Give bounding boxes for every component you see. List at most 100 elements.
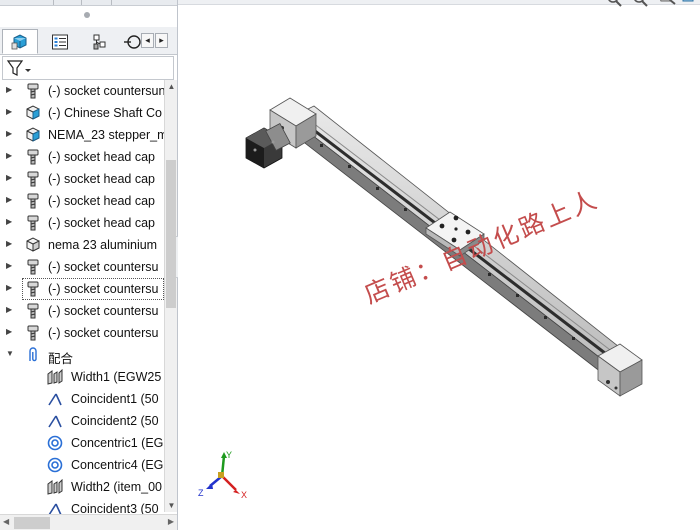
- mates-paperclip-icon: [24, 347, 42, 363]
- expand-arrow-icon[interactable]: ▶: [6, 239, 14, 248]
- expand-arrow-icon[interactable]: ▶: [6, 151, 14, 160]
- tab-property-manager[interactable]: [42, 29, 78, 54]
- scroll-right-arrow[interactable]: ▶: [168, 517, 174, 526]
- tree-item[interactable]: ▶ (-) socket countersu: [0, 256, 164, 278]
- screw-icon: [24, 325, 42, 341]
- tree-item[interactable]: Width1 (EGW25: [0, 366, 164, 388]
- scroll-left-arrow[interactable]: ◀: [3, 517, 9, 526]
- crosshair-icon: [124, 34, 141, 49]
- triad-z-label: Z: [198, 488, 204, 498]
- panel-collapse-grip[interactable]: [84, 12, 90, 18]
- screw-icon: [24, 83, 42, 99]
- screw-icon: [24, 215, 42, 231]
- tab-scroll-left-button[interactable]: ◂: [141, 33, 154, 48]
- scroll-thumb[interactable]: [166, 160, 176, 308]
- funnel-filter-icon[interactable]: [6, 59, 32, 77]
- tree-horizontal-scrollbar[interactable]: ◀ ▶: [0, 514, 177, 530]
- tree-item[interactable]: Coincident1 (50: [0, 388, 164, 410]
- concentric-mate-icon: [46, 435, 64, 451]
- expand-arrow-icon[interactable]: ▶: [6, 129, 14, 138]
- tree-item[interactable]: Concentric1 (EG: [0, 432, 164, 454]
- screw-icon: [24, 171, 42, 187]
- tree-item-label: Width2 (item_00: [71, 480, 163, 494]
- tree-filter-bar[interactable]: [2, 56, 174, 80]
- tree-item-label: (-) socket head cap: [48, 194, 155, 208]
- width-mate-icon: [46, 368, 64, 385]
- graphics-viewport[interactable]: 店铺：自动化路上人 X Y Z: [178, 0, 700, 530]
- coincident-mate-icon: [46, 391, 64, 407]
- tree-item[interactable]: ▶ (-) socket countersu: [6, 278, 164, 300]
- tree-item[interactable]: Coincident2 (50: [0, 410, 164, 432]
- concentric-mate-icon: [46, 457, 64, 473]
- tree-item-label: (-) socket countersu: [48, 260, 159, 274]
- tree-item[interactable]: ▼ 配合: [0, 344, 164, 366]
- expand-arrow-icon[interactable]: ▶: [6, 217, 14, 226]
- axis-triad: X Y Z: [198, 450, 247, 500]
- part-white-icon: [24, 237, 42, 253]
- tree-item[interactable]: ▶ (-) socket head cap: [0, 212, 164, 234]
- width-mate-icon: [46, 478, 64, 495]
- scroll-up-arrow[interactable]: ▲: [165, 80, 177, 93]
- tree-item-label: (-) socket countersu: [48, 282, 159, 296]
- scroll-down-arrow[interactable]: ▼: [165, 499, 177, 512]
- property-list-icon: [52, 34, 68, 49]
- expand-arrow-icon[interactable]: ▶: [6, 305, 14, 314]
- tree-item-label: (-) socket head cap: [48, 150, 155, 164]
- expand-arrow-icon[interactable]: ▶: [6, 173, 14, 182]
- coincident-mate-icon: [46, 413, 64, 429]
- tab-configuration-manager[interactable]: [82, 29, 118, 54]
- tree-item-label: nema 23 aluminium: [48, 238, 158, 252]
- tree-item-label: (-) Chinese Shaft Co: [48, 106, 162, 120]
- tree-item-label: 配合: [48, 352, 74, 366]
- expand-arrow-icon[interactable]: ▶: [6, 327, 14, 336]
- tree-vertical-scrollbar[interactable]: ▲ ▼: [164, 80, 177, 512]
- tree-item[interactable]: ▶ (-) socket head cap: [0, 168, 164, 190]
- tree-item-label: Concentric4 (EG: [71, 458, 164, 472]
- part-block-icon: [24, 105, 42, 121]
- tree-item[interactable]: ▶ (-) socket head cap: [0, 190, 164, 212]
- tree-item[interactable]: ▶ (-) socket countersu: [0, 300, 164, 322]
- triad-x-label: X: [241, 490, 247, 500]
- expand-arrow-icon[interactable]: ▶: [6, 85, 14, 94]
- panel-tabs: ◂ ▸: [0, 27, 177, 55]
- expand-arrow-icon[interactable]: ▶: [6, 107, 14, 116]
- tree-item-label: (-) socket countersu: [48, 304, 159, 318]
- tree-item-label: Coincident2 (50: [71, 414, 159, 428]
- expand-arrow-icon[interactable]: ▶: [6, 195, 14, 204]
- tree-item-label: NEMA_23 stepper_m: [48, 128, 164, 142]
- tree-item-label: Coincident1 (50: [71, 392, 159, 406]
- triad-y-label: Y: [226, 450, 232, 460]
- tree-item-label: (-) socket countersunk: [48, 84, 164, 98]
- tree-item[interactable]: ▶ (-) socket countersu: [0, 322, 164, 344]
- tab-scroll-right-button[interactable]: ▸: [155, 33, 168, 48]
- tree-item[interactable]: ▶ (-) Chinese Shaft Co: [0, 102, 164, 124]
- tree-item[interactable]: ▶ NEMA_23 stepper_m: [0, 124, 164, 146]
- screw-icon: [24, 303, 42, 319]
- tree-item[interactable]: ▶ (-) socket head cap: [0, 146, 164, 168]
- tab-dimxpert[interactable]: [122, 29, 142, 54]
- configuration-icon: [93, 34, 106, 49]
- screw-icon: [24, 281, 42, 297]
- tree-item-label: (-) socket head cap: [48, 172, 155, 186]
- tab-feature-manager[interactable]: [2, 29, 38, 54]
- feature-tree: ▶ (-) socket countersunk ▶ (-) Chinese Shaf…: [0, 80, 164, 518]
- assembly-cube-icon: [11, 33, 27, 49]
- tree-item[interactable]: Concentric4 (EG: [0, 454, 164, 476]
- tree-item[interactable]: Width2 (item_00: [0, 476, 164, 498]
- tree-item-label: (-) socket countersu: [48, 326, 159, 340]
- tree-item[interactable]: ▶ nema 23 aluminium: [0, 234, 164, 256]
- tree-item-label: Width1 (EGW25: [71, 370, 162, 384]
- tree-item[interactable]: ▶ (-) socket countersunk: [0, 80, 164, 102]
- feature-manager-panel: ◂ ▸ ▶ (-) socket countersunk ▶ (-) Chinese …: [0, 0, 178, 530]
- part-block-icon: [24, 127, 42, 143]
- screw-icon: [24, 193, 42, 209]
- tree-item-label: Concentric1 (EG: [71, 436, 164, 450]
- screw-icon: [24, 149, 42, 165]
- hscroll-thumb[interactable]: [14, 517, 50, 529]
- expand-arrow-icon[interactable]: ▶: [6, 261, 14, 270]
- tree-item-label: (-) socket head cap: [48, 216, 155, 230]
- toolbar-strip: [0, 0, 177, 6]
- screw-icon: [24, 259, 42, 275]
- expand-arrow-icon[interactable]: ▶: [6, 283, 14, 292]
- collapse-arrow-icon[interactable]: ▼: [6, 349, 14, 358]
